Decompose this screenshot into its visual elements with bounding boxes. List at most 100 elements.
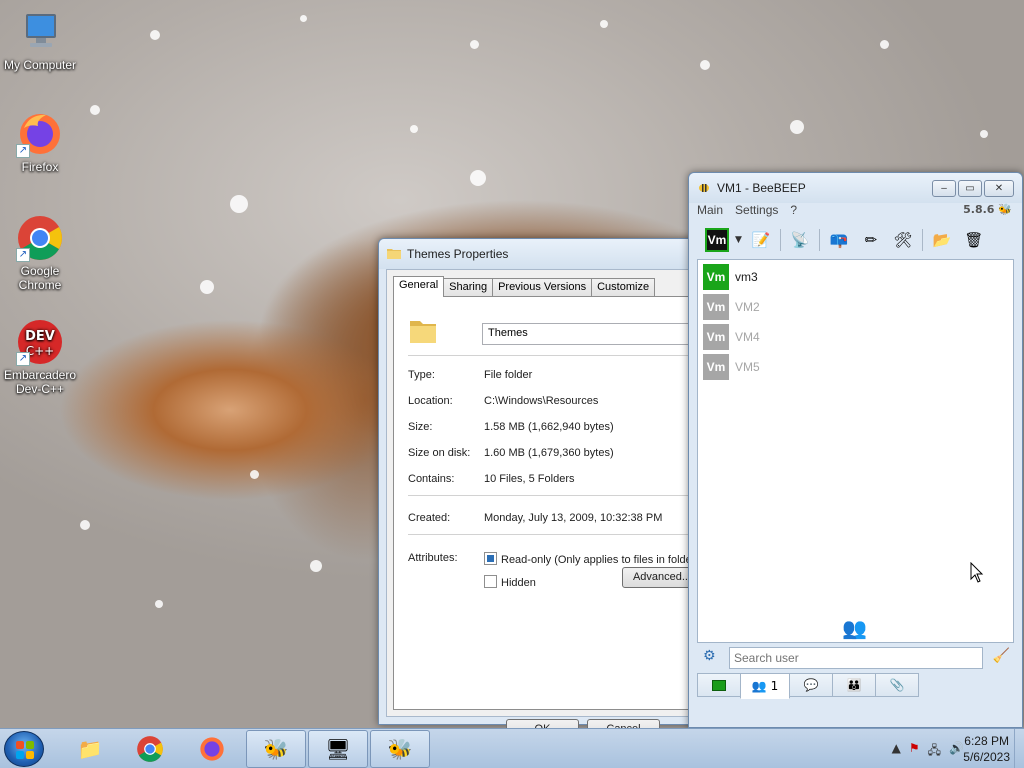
status-badge[interactable]: Vm [705,228,729,252]
readonly-label: Read-only (Only applies to files in fold… [501,554,700,566]
desktop-icon-my-computer[interactable]: My Computer [0,8,80,72]
tab-sharing[interactable]: Sharing [443,278,494,296]
window-titlebar[interactable]: Themes Properties [379,239,697,269]
divider [408,495,698,496]
themes-properties-window[interactable]: Themes Properties General Sharing Previo… [378,238,702,740]
trash-icon[interactable]: 🗑 [961,227,987,253]
chat-icon: 💬 [803,678,819,692]
beebeep-icon: 🐝 [387,737,413,761]
taskbar-beebeep[interactable]: 🐝 [246,730,306,768]
clear-broom-icon[interactable]: 🧹 [993,648,1010,664]
folder-icon [408,315,438,348]
users-count: 1 [770,679,779,693]
computer-icon [16,8,64,56]
note-edit-icon[interactable]: ✏ [858,227,884,253]
desktop-icon-chrome[interactable]: ↗ Google Chrome [0,214,80,292]
snowflake [790,120,804,134]
offline-status-icon: Vm [703,324,729,350]
bee-icon: 🐝 [998,203,1012,216]
menu-main[interactable]: Main [697,203,723,217]
field-label: Attributes: [408,552,458,564]
field-value: 1.60 MB (1,679,360 bytes) [484,447,614,459]
desktop-icon-firefox[interactable]: ↗ Firefox [0,110,80,174]
desktop-icon-label: My Computer [3,58,77,72]
settings-gear-icon[interactable]: ⚙ [703,648,716,664]
minimize-button[interactable]: – [932,179,956,197]
snowflake [155,600,163,608]
tab-groups[interactable]: 👪 [832,673,876,697]
firefox-icon: ↗ [16,110,64,158]
desktop-icon-label: Embarcadero Dev-C++ [3,368,77,396]
user-name: VM5 [735,360,760,374]
user-row-vm2[interactable]: Vm VM2 [703,294,760,320]
user-name: VM2 [735,300,760,314]
snowflake [600,20,608,28]
window-titlebar[interactable]: VM1 - BeeBEEP – ▭ ✕ [689,173,1022,203]
tab-users[interactable]: 👥 1 [740,673,790,699]
snowflake [410,125,418,133]
chevron-up-icon[interactable]: ▲ [892,741,901,762]
mouse-cursor-icon [970,561,984,587]
users-icon: 👥 [751,679,767,693]
volume-icon[interactable]: 🔊 [949,741,964,762]
svg-text:DEV: DEV [25,329,55,344]
chrome-icon: ↗ [16,214,64,262]
menu-help[interactable]: ? [790,203,797,217]
tab-home[interactable] [697,673,741,697]
tab-previous-versions[interactable]: Previous Versions [492,278,593,296]
online-status-icon: Vm [703,264,729,290]
taskbar-firefox[interactable] [182,730,242,768]
tab-general[interactable]: General [393,276,445,297]
taskbar-explorer[interactable]: 📁 [60,730,120,768]
menu-settings[interactable]: Settings [735,203,778,217]
snowflake [300,15,307,22]
share-folder-icon[interactable]: 📂 [929,227,955,253]
tools-icon[interactable]: 🛠 [890,227,916,253]
folder-name-input[interactable]: Themes [482,323,702,345]
network-icon[interactable]: 🖧 [928,741,941,762]
taskbar-control-panel[interactable]: 🖥 [308,730,368,768]
user-row-vm5[interactable]: Vm VM5 [703,354,760,380]
system-tray: ▲ ⚑ 🖧 🔊 [892,741,964,762]
user-row-vm3[interactable]: Vm vm3 [703,264,758,290]
tab-files[interactable]: 📎 [875,673,919,697]
users-group-icon: 👥 [842,616,867,640]
desktop-icon-devcpp[interactable]: DEV C++ ↗ Embarcadero Dev-C++ [0,318,80,396]
bottom-tab-strip: 👥 1 💬 👪 📎 [697,673,919,699]
offline-status-icon: Vm [703,354,729,380]
mailbox-icon[interactable]: 📪 [826,227,852,253]
beebeep-window[interactable]: VM1 - BeeBEEP – ▭ ✕ Main Settings ? 5.8.… [688,172,1023,728]
snowflake [80,520,90,530]
field-value: 10 Files, 5 Folders [484,473,575,485]
toolbar: Vm ▼ 📝 📡 📪 ✏ 🛠 📂 🗑 [697,223,1014,257]
home-screen-icon [712,679,726,691]
hidden-checkbox[interactable]: Hidden [484,575,536,589]
network-icon[interactable]: 📡 [787,227,813,253]
search-user-input[interactable] [729,647,983,669]
checkbox-icon [484,575,497,588]
tab-chats[interactable]: 💬 [789,673,833,697]
taskbar-beebeep-2[interactable]: 🐝 [370,730,430,768]
flag-icon[interactable]: ⚑ [909,741,920,762]
chrome-icon [137,736,163,762]
chevron-down-icon[interactable]: ▼ [735,235,742,245]
version-text: 5.8.6 [963,203,995,216]
group-icon: 👪 [846,678,862,692]
user-row-vm4[interactable]: Vm VM4 [703,324,760,350]
snowflake [150,30,160,40]
firefox-icon [200,737,224,761]
profile-edit-icon[interactable]: 📝 [748,227,774,253]
snowflake [470,40,479,49]
close-button[interactable]: ✕ [984,179,1014,197]
tab-customize[interactable]: Customize [591,278,656,296]
svg-text:C++: C++ [26,344,55,358]
start-button[interactable] [4,731,44,767]
snowflake [310,560,322,572]
readonly-checkbox[interactable]: Read-only (Only applies to files in fold… [484,552,699,566]
hidden-label: Hidden [501,577,536,589]
maximize-button[interactable]: ▭ [958,179,982,197]
show-desktop-button[interactable] [1014,729,1024,768]
field-label: Contains: [408,473,455,485]
clock[interactable]: 6:28 PM 5/6/2023 [963,733,1010,765]
taskbar-chrome[interactable] [120,730,180,768]
